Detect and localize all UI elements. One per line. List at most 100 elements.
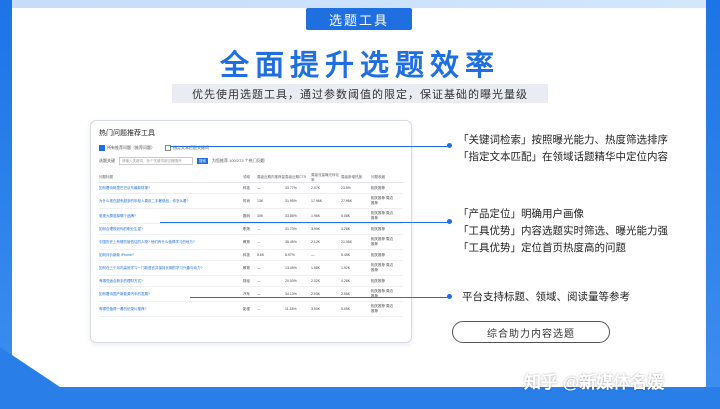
table-cell: — (257, 279, 261, 283)
table-cell: 5.08K (341, 214, 351, 218)
question-title-link[interactable]: 为什么现在越来越多的年轻人喜欢二手奢侈品，你怎么看? (99, 199, 243, 204)
question-title-link[interactable]: 如何在三个月内高效学习一门新语言并保持长期的学习兴趣与动力? (99, 266, 243, 271)
table-header: 问题标题 领域 周级近期内推荐量 周级近期CTR 周级流量曝光转化率 周级新增热… (99, 173, 403, 183)
question-title-link[interactable]: 电视大屏选择哪个品牌? (99, 214, 243, 219)
table-row[interactable]: 如何看待阿里巴巴京东最新财报? 科技 — 33.77% 2.07K 23.5% 相关推荐 (99, 183, 403, 194)
table-cell: 相关推荐 周边推荐 (371, 263, 393, 272)
annotation-group-3: 平台支持标题、领域、阅读量等参考 (462, 289, 630, 306)
table-cell: 1.58K (311, 266, 321, 270)
page-subline: 优先使用选题工具，通过参数阈值的限定，保证基础的曝光量级 (172, 84, 548, 103)
table-cell: 教育 (243, 239, 250, 244)
table-cell: 相关推荐 周边推荐 (371, 237, 393, 246)
table-cell: 33.77% (285, 186, 297, 190)
result-note: 为您推荐 100/273 个热门问题 (212, 158, 265, 163)
table-cell: 相关推荐 (371, 185, 385, 190)
tool-screenshot-panel: 热门问题推荐工具 所有推荐问题（推荐问题） 指定文本匹配关键词 选题关键 请输入… (90, 120, 412, 343)
table-cell: 21.05K (341, 240, 353, 244)
annotation-line: 平台支持标题、领域、阅读量等参考 (462, 291, 630, 303)
bottom-left-corner-decoration (0, 347, 60, 387)
table-cell: — (257, 266, 261, 270)
question-title-link[interactable]: 有哪些值得一看的纪录片推荐? (99, 307, 243, 312)
table-cell: 相关推荐 (371, 226, 385, 231)
table-cell: 科技 (243, 252, 250, 257)
question-title-link[interactable]: 如何评价新款 iPhone? (99, 253, 243, 258)
table-cell: 相关推荐 周边推荐 (371, 196, 393, 205)
table-cell: 34.13% (285, 292, 297, 296)
table-cell: 2.07K (311, 186, 321, 190)
table-cell: 影视 (243, 306, 250, 311)
column-header: 问题标题 (99, 175, 113, 179)
table-cell: 职场 (243, 226, 250, 231)
table-cell: 2.02K (311, 279, 321, 283)
question-table: 问题标题 领域 周级近期内推荐量 周级近期CTR 周级流量曝光转化率 周级新增热… (99, 173, 403, 317)
annotation-line: 「产品定位」明确用户画像 (458, 208, 584, 220)
table-cell: 2.12K (311, 240, 321, 244)
table-cell: 2.03K (311, 292, 321, 296)
page-headline: 全面提升选题效率 (219, 50, 500, 82)
annotation-line: 「指定文本匹配」在领域话题精华中定位内容 (458, 151, 668, 163)
table-cell: 3.50K (311, 307, 321, 311)
table-cell: — (257, 240, 261, 244)
connector-line-3 (190, 297, 450, 298)
column-header: 周级流量曝光转化率 (311, 172, 339, 182)
table-row[interactable]: 有哪些值得一看的纪录片推荐? 影视 — 11.18% 3.50K 5.05K 相关推荐 周边… (99, 302, 403, 317)
column-header: 周级新增热度 (341, 175, 362, 179)
table-cell: 相关推荐 (371, 252, 385, 257)
question-title-link[interactable]: 如何看待国产新能源汽车的发展? (99, 292, 243, 297)
summary-pill-button: 综合助力内容选题 (452, 321, 610, 343)
zhihu-watermark: 知乎 @新媒体名媛 (524, 373, 665, 392)
search-label: 选题关键 (99, 158, 115, 163)
checkbox-box[interactable] (99, 145, 105, 151)
table-cell: 27.96K (341, 199, 353, 203)
connector-line-1 (170, 146, 450, 147)
table-cell: 3.99K (311, 227, 321, 231)
checkbox-label: 所有推荐问题（推荐问题） (107, 145, 155, 150)
table-cell: 13K (257, 199, 264, 203)
table-cell: 数码 (243, 213, 250, 218)
table-cell: 17.96K (311, 199, 323, 203)
table-cell: 20.00% (285, 279, 297, 283)
table-cell: 4.28K (341, 279, 351, 283)
table-row[interactable]: 如何合理规划你的职业生涯? 职场 — 31.73% 3.99K 3.28K 相关推荐 (99, 224, 403, 235)
table-row[interactable]: 如何评价新款 iPhone? 科技 5.6K 8.97% — 5.45K 相关推荐 (99, 250, 403, 261)
table-row[interactable]: 如何在三个月内高效学习一门新语言并保持长期的学习兴趣与动力? 教育 — 13.49% 1… (99, 261, 403, 276)
connector-dot-3 (447, 294, 452, 299)
annotation-line: 「关键词检索」按照曝光能力、热度筛选排序 (458, 134, 668, 146)
column-header: 问题收藏 (371, 175, 385, 179)
table-cell: 23.5% (341, 186, 351, 190)
table-cell: 2.55K (341, 292, 351, 296)
table-cell: 相关推荐 周边推荐 (371, 211, 393, 220)
table-cell: 相关推荐 周边推荐 (371, 304, 393, 313)
table-cell: 11.18% (285, 307, 297, 311)
connector-dot-1 (447, 143, 452, 148)
table-cell: 5.05K (341, 307, 351, 311)
table-row[interactable]: 有哪些适合新手的理财方式? 财经 — 20.00% 2.02K 4.28K 相关推荐 (99, 276, 403, 287)
table-cell: 13.49% (285, 266, 297, 270)
search-button[interactable]: 搜索 (197, 158, 208, 164)
table-cell: 3.28K (341, 227, 351, 231)
question-title-link[interactable]: 中国历史上有哪些被低估的人物? 他们有什么值得学习的地方? (99, 240, 243, 245)
question-title-link[interactable]: 如何合理规划你的职业生涯? (99, 227, 243, 232)
table-cell: 教育 (243, 265, 250, 270)
question-title-link[interactable]: 如何看待阿里巴巴京东最新财报? (99, 186, 243, 191)
table-cell: 31.73% (285, 227, 297, 231)
connector-dot-2 (447, 219, 452, 224)
column-header: 周级近期内推荐量 (257, 175, 285, 179)
table-cell: 汽车 (243, 291, 250, 296)
question-title-link[interactable]: 有哪些适合新手的理财方式? (99, 279, 243, 284)
annotation-line: 「工具优势」定位首页热度高的问题 (458, 242, 626, 254)
table-cell: — (257, 186, 261, 190)
table-cell: — (257, 307, 261, 311)
section-badge: 选题工具 (306, 8, 412, 30)
checkbox-all-recommended[interactable]: 所有推荐问题（推荐问题） (99, 145, 155, 151)
table-row[interactable]: 如何看待国产新能源汽车的发展? 汽车 —34.13% 2.03K 2.55K 相关推荐 周… (99, 287, 403, 302)
table-cell: — (257, 292, 261, 296)
table-cell: 31.95% (285, 199, 297, 203)
table-cell: — (311, 253, 315, 257)
connector-line-2 (160, 222, 450, 223)
table-cell: 财经 (243, 278, 250, 283)
table-row[interactable]: 为什么现在越来越多的年轻人喜欢二手奢侈品，你怎么看? 时尚 13K 31.95% 17.… (99, 194, 403, 209)
table-row[interactable]: 中国历史上有哪些被低估的人物? 他们有什么值得学习的地方? 教育 — 35.45% 2.… (99, 235, 403, 250)
table-cell: 1.92K (341, 266, 351, 270)
search-input[interactable]: 请输入关键词，多个关键词用空格隔开 (119, 157, 193, 165)
